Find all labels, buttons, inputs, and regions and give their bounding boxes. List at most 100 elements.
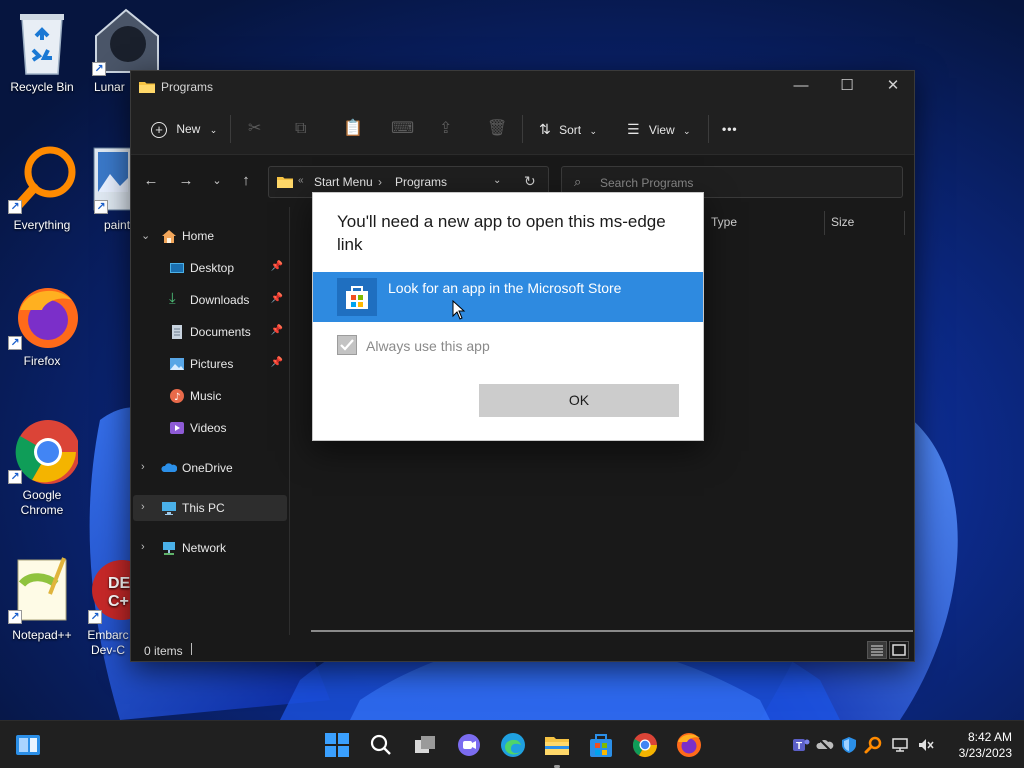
column-header-size[interactable]: Size <box>831 215 854 237</box>
cut-icon[interactable]: ✂ <box>248 117 261 141</box>
breadcrumb-overflow[interactable]: « <box>298 175 304 186</box>
everything-tray-icon[interactable] <box>864 736 882 754</box>
up-button[interactable]: ↑ <box>234 171 258 191</box>
chevron-down-icon: ⌄ <box>589 126 597 136</box>
folder-icon <box>139 80 155 96</box>
sidebar-item-videos[interactable]: Videos <box>133 415 287 441</box>
everything-icon: ↗ <box>6 144 78 216</box>
desktop-icon-notepadpp[interactable]: ↗ Notepad++ <box>0 554 84 643</box>
file-explorer-icon[interactable] <box>543 731 571 759</box>
share-icon[interactable]: ⇪ <box>439 117 452 141</box>
task-view-icon[interactable] <box>411 731 439 759</box>
title-bar[interactable]: Programs — ☐ ✕ <box>131 71 914 103</box>
more-options-button[interactable]: ••• <box>722 117 738 141</box>
edge-icon[interactable] <box>499 731 527 759</box>
sidebar-item-home[interactable]: ⌄ Home <box>133 223 287 249</box>
sidebar-item-onedrive[interactable]: › OneDrive <box>133 455 287 481</box>
clock-date: 3/23/2023 <box>958 746 1012 760</box>
new-button[interactable]: + New ⌄ <box>151 117 217 141</box>
back-button[interactable]: ← <box>139 171 163 191</box>
recycle-bin-icon <box>6 6 78 78</box>
sidebar-item-documents[interactable]: Documents 📌 <box>133 319 287 345</box>
toolbar-separator <box>522 115 523 143</box>
maximize-button[interactable]: ☐ <box>824 71 870 103</box>
desktop-icon-label: Lunar <box>94 80 125 94</box>
column-header-type[interactable]: Type <box>711 215 737 237</box>
chat-icon[interactable] <box>455 731 483 759</box>
paste-icon[interactable]: 📋 <box>343 117 363 141</box>
sidebar-item-this-pc[interactable]: › This PC <box>133 495 287 521</box>
column-separator[interactable] <box>904 211 905 235</box>
microsoft-store-option[interactable]: Look for an app in the Microsoft Store <box>313 272 703 322</box>
toolbar-separator <box>230 115 231 143</box>
svg-text:T: T <box>796 741 802 752</box>
system-clock[interactable]: 8:42 AM 3/23/2023 <box>959 729 1012 761</box>
sidebar-item-desktop[interactable]: Desktop 📌 <box>133 255 287 281</box>
store-icon[interactable] <box>587 731 615 759</box>
firefox-icon[interactable] <box>675 731 703 759</box>
sidebar-item-downloads[interactable]: ⤓ Downloads 📌 <box>133 287 287 313</box>
sidebar-item-music[interactable]: ♪ Music <box>133 383 287 409</box>
breadcrumb-programs[interactable]: Programs <box>395 175 447 189</box>
desktop-icon-recycle-bin[interactable]: Recycle Bin <box>0 6 84 95</box>
details-view-button[interactable] <box>867 641 887 659</box>
toolbar-separator <box>708 115 709 143</box>
horizontal-scrollbar[interactable] <box>311 630 913 632</box>
desktop-icon-label: Notepad++ <box>12 628 72 642</box>
checkmark-icon <box>340 339 354 351</box>
videos-icon <box>169 420 185 436</box>
close-button[interactable]: ✕ <box>870 71 916 103</box>
desktop-icon-chrome[interactable]: ↗ Google Chrome <box>0 414 84 518</box>
volume-muted-icon[interactable] <box>917 736 935 754</box>
chrome-icon[interactable] <box>631 731 659 759</box>
sidebar-item-label: Documents <box>190 325 251 339</box>
sidebar-item-label: Pictures <box>190 357 234 371</box>
delete-icon[interactable]: 🗑 <box>487 117 507 141</box>
address-dropdown-icon[interactable]: ⌄ <box>493 175 501 186</box>
microsoft-store-option-label: Look for an app in the Microsoft Store <box>388 280 622 296</box>
large-icons-view-button[interactable] <box>889 641 909 659</box>
sidebar-item-label: Home <box>182 229 215 243</box>
teams-icon[interactable]: T <box>792 736 810 754</box>
view-button[interactable]: ☰ View ⌄ <box>627 117 691 141</box>
refresh-icon[interactable]: ↻ <box>524 173 536 190</box>
recent-locations-button[interactable]: ⌄ <box>205 171 229 191</box>
copy-icon[interactable]: ⧉ <box>295 117 306 141</box>
status-bar: 0 items <box>131 637 914 661</box>
pin-icon: 📌 <box>270 261 283 272</box>
breadcrumb-start-menu[interactable]: Start Menu <box>314 175 373 189</box>
sidebar-item-network[interactable]: › Network <box>133 535 287 561</box>
search-icon: ⌕ <box>574 174 582 189</box>
desktop-icon-devcpp[interactable]: DE C+ ↗ Embarc Dev-C <box>86 554 152 658</box>
sidebar-item-label: Music <box>190 389 222 403</box>
onedrive-offline-icon[interactable] <box>816 736 834 754</box>
desktop-icon-paint[interactable]: ↗ paint <box>86 144 134 233</box>
desktop-icon-label: paint <box>104 218 131 232</box>
desktop-icon-everything[interactable]: ↗ Everything <box>0 144 84 233</box>
search-icon[interactable] <box>367 731 395 759</box>
command-bar: + New ⌄ ✂ ⧉ 📋 ⌨ ⇪ 🗑 ⇅ Sort ⌄ ☰ View ⌄ ••… <box>131 103 914 155</box>
documents-icon <box>169 324 185 340</box>
show-desktop-widget-icon[interactable] <box>14 731 42 759</box>
this-pc-icon <box>161 500 177 516</box>
sort-button[interactable]: ⇅ Sort ⌄ <box>539 117 597 141</box>
minimize-button[interactable]: — <box>778 71 824 103</box>
security-icon[interactable] <box>840 736 858 754</box>
home-icon <box>161 228 177 244</box>
firefox-icon: ↗ <box>6 280 78 352</box>
network-tray-icon[interactable] <box>891 736 909 754</box>
always-use-checkbox[interactable] <box>337 335 357 355</box>
shortcut-arrow-icon: ↗ <box>8 610 22 624</box>
sidebar-item-pictures[interactable]: Pictures 📌 <box>133 351 287 377</box>
ok-button[interactable]: OK <box>479 384 679 417</box>
column-separator[interactable] <box>824 211 825 235</box>
forward-button[interactable]: → <box>174 171 198 191</box>
desktop-icon-firefox[interactable]: ↗ Firefox <box>0 280 84 369</box>
search-input[interactable] <box>600 174 890 192</box>
start-icon[interactable] <box>323 731 351 759</box>
rename-icon[interactable]: ⌨ <box>391 117 414 141</box>
desktop-icon-label: Embarc Dev-C <box>87 628 129 657</box>
pictures-icon <box>169 356 185 372</box>
pin-icon: 📌 <box>270 293 283 304</box>
pane-divider[interactable] <box>289 207 290 635</box>
